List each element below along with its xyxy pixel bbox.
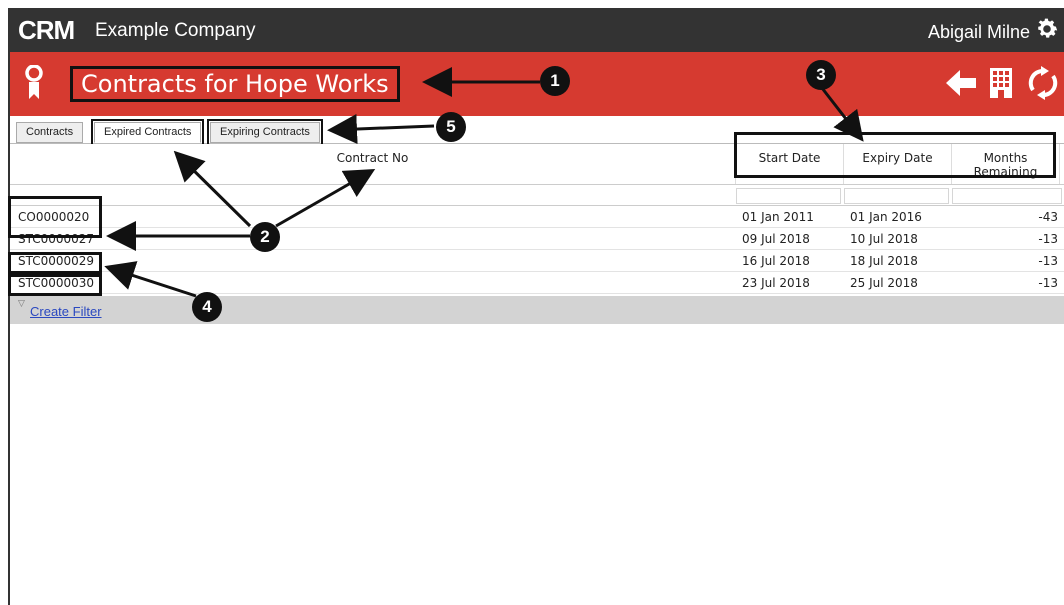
date-columns-highlight: [734, 132, 1056, 178]
expiry-date-cell: 10 Jul 2018: [850, 232, 918, 246]
table-row[interactable]: CO0000020 01 Jan 2011 01 Jan 2016 -43: [10, 206, 1064, 228]
start-date-cell: 23 Jul 2018: [742, 276, 810, 290]
start-date-cell: 01 Jan 2011: [742, 210, 814, 224]
page-header: Contracts for Hope Works: [10, 52, 1064, 116]
back-arrow-icon[interactable]: [944, 66, 978, 100]
tab-expired-contracts[interactable]: Expired Contracts: [90, 119, 205, 146]
start-date-cell: 09 Jul 2018: [742, 232, 810, 246]
contract-links-highlight: [8, 196, 102, 238]
callout-2: 2: [250, 222, 280, 252]
company-name: Example Company: [95, 20, 256, 41]
callout-4: 4: [192, 292, 222, 322]
refresh-icon[interactable]: [1026, 66, 1060, 100]
award-icon: [25, 65, 43, 99]
contract-link-highlight: [8, 274, 102, 296]
table-row[interactable]: STC0000027 09 Jul 2018 10 Jul 2018 -13: [10, 228, 1064, 250]
gear-icon[interactable]: [1034, 16, 1060, 42]
page-title: Contracts for Hope Works: [70, 66, 400, 102]
grid-footer: ▽ Create Filter: [10, 296, 1064, 324]
callout-3: 3: [806, 60, 836, 90]
start-date-filter-input[interactable]: [736, 188, 841, 204]
top-bar: CRM Example Company Abigail Milne: [10, 10, 1064, 52]
tab-contracts[interactable]: Contracts: [16, 122, 84, 143]
months-remaining-cell: -13: [1038, 276, 1058, 290]
months-remaining-cell: -13: [1038, 232, 1058, 246]
expiry-date-cell: 01 Jan 2016: [850, 210, 922, 224]
start-date-cell: 16 Jul 2018: [742, 254, 810, 268]
contract-link-highlight: [8, 252, 102, 274]
months-filter-input[interactable]: [952, 188, 1062, 204]
table-row[interactable]: STC0000030 23 Jul 2018 25 Jul 2018 -13: [10, 272, 1064, 294]
app-window: CRM Example Company Abigail Milne Contra…: [8, 8, 1064, 605]
table-row[interactable]: STC0000029 16 Jul 2018 18 Jul 2018 -13: [10, 250, 1064, 272]
expiry-date-filter-input[interactable]: [844, 188, 949, 204]
expiry-date-cell: 18 Jul 2018: [850, 254, 918, 268]
user-name[interactable]: Abigail Milne: [928, 22, 1030, 43]
building-icon[interactable]: [984, 66, 1018, 100]
create-filter-link[interactable]: Create Filter: [30, 304, 102, 319]
crm-logo[interactable]: CRM: [18, 16, 75, 44]
expiry-date-cell: 25 Jul 2018: [850, 276, 918, 290]
callout-5: 5: [436, 112, 466, 142]
filter-row: [10, 184, 1064, 206]
tab-expiring-contracts[interactable]: Expiring Contracts: [207, 119, 323, 146]
column-header-contract-no[interactable]: Contract No: [10, 144, 736, 184]
filter-icon: ▽: [18, 299, 25, 309]
callout-1: 1: [540, 66, 570, 96]
months-remaining-cell: -13: [1038, 254, 1058, 268]
months-remaining-cell: -43: [1038, 210, 1058, 224]
